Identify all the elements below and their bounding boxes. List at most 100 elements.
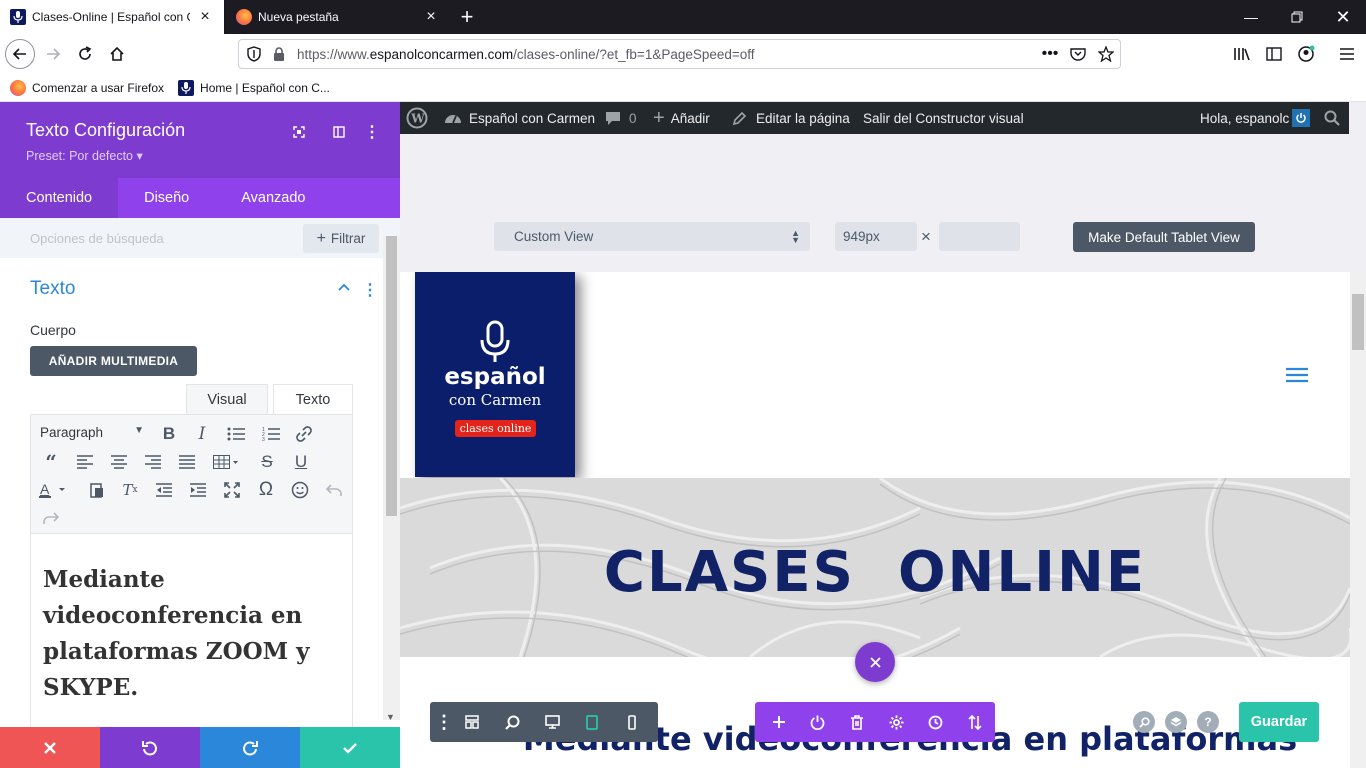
url-text[interactable]: https://www.espanolconcarmen.com/clases-… bbox=[297, 47, 1036, 62]
hero-title[interactable]: CLASES ONLINE bbox=[400, 540, 1350, 605]
tab-avanzado[interactable]: Avanzado bbox=[215, 178, 331, 218]
new-tab-button[interactable]: + bbox=[452, 0, 482, 34]
sidebar-icon[interactable] bbox=[1261, 43, 1287, 65]
expand-icon[interactable] bbox=[289, 122, 309, 142]
align-left-icon[interactable] bbox=[70, 450, 100, 474]
layers-icon[interactable] bbox=[1165, 711, 1187, 733]
bookmark-home[interactable]: Home | Español con C... bbox=[178, 79, 330, 96]
blockquote-icon[interactable]: “ bbox=[36, 450, 66, 474]
preview-scrollbar[interactable] bbox=[1350, 272, 1366, 768]
redo-button[interactable] bbox=[200, 727, 300, 768]
section-title[interactable]: Texto bbox=[30, 278, 75, 300]
bookmark-star-icon[interactable] bbox=[1092, 46, 1120, 62]
chevron-up-icon[interactable] bbox=[337, 282, 353, 298]
tab-contenido[interactable]: Contenido bbox=[0, 178, 119, 218]
library-icon[interactable] bbox=[1229, 43, 1255, 65]
lock-icon[interactable] bbox=[273, 47, 291, 61]
bold-icon[interactable]: B bbox=[154, 422, 184, 446]
tab-clases-online[interactable]: Clases-Online | Español con Ca × bbox=[0, 0, 224, 34]
scrollbar-thumb[interactable] bbox=[386, 236, 397, 516]
add-new-link[interactable]: + Añadir bbox=[653, 102, 710, 134]
bullet-list-icon[interactable] bbox=[221, 422, 251, 446]
clear-layout-icon[interactable] bbox=[838, 702, 877, 742]
page-settings-icon[interactable] bbox=[877, 702, 916, 742]
text-color-icon[interactable]: A bbox=[33, 478, 73, 502]
undo-button[interactable] bbox=[100, 727, 200, 768]
redo-icon[interactable] bbox=[36, 506, 66, 530]
section-menu-icon[interactable]: ⋮ bbox=[362, 280, 378, 300]
close-tab-icon[interactable]: × bbox=[196, 8, 214, 26]
add-media-button[interactable]: AÑADIR MULTIMEDIA bbox=[30, 346, 197, 376]
site-logo[interactable]: español con Carmen clases online bbox=[415, 272, 575, 477]
close-module-button[interactable] bbox=[855, 642, 895, 682]
emoji-icon[interactable] bbox=[285, 478, 315, 502]
link-icon[interactable] bbox=[289, 422, 319, 446]
wireframe-view-icon[interactable] bbox=[452, 702, 492, 742]
undo-icon[interactable] bbox=[319, 478, 349, 502]
hamburger-menu-icon[interactable] bbox=[1286, 367, 1308, 383]
restore-button[interactable] bbox=[1274, 0, 1320, 34]
page-actions-icon[interactable]: ••• bbox=[1036, 45, 1064, 63]
page-layers-sort-icon[interactable] bbox=[956, 702, 995, 742]
url-bar[interactable]: https://www.espanolconcarmen.com/clases-… bbox=[238, 39, 1121, 69]
admin-search-icon[interactable] bbox=[1324, 102, 1340, 134]
preset-selector[interactable]: Preset: Por defecto ▾ bbox=[26, 148, 143, 163]
close-tab-icon[interactable]: × bbox=[422, 8, 440, 26]
reload-button[interactable] bbox=[70, 39, 100, 69]
editor-tab-visual[interactable]: Visual bbox=[186, 384, 268, 415]
indent-icon[interactable] bbox=[183, 478, 213, 502]
comments-link[interactable]: 0 bbox=[605, 102, 637, 134]
save-module-button[interactable] bbox=[300, 727, 400, 768]
table-icon[interactable] bbox=[208, 450, 244, 474]
zoom-icon[interactable] bbox=[492, 702, 532, 742]
history-icon[interactable] bbox=[916, 702, 955, 742]
view-mode-select[interactable]: Custom View ▲ ▼ bbox=[494, 222, 810, 251]
tab-diseno[interactable]: Diseño bbox=[118, 178, 215, 218]
paste-text-icon[interactable] bbox=[82, 478, 112, 502]
exit-builder-link[interactable]: Salir del Constructor visual bbox=[863, 102, 1024, 134]
wordpress-logo-icon[interactable]: W bbox=[406, 102, 428, 134]
outdent-icon[interactable] bbox=[149, 478, 179, 502]
search-icon[interactable] bbox=[1133, 711, 1155, 733]
account-icon[interactable] bbox=[1293, 43, 1319, 65]
scroll-down-icon[interactable]: ▼ bbox=[386, 712, 395, 722]
split-view-icon[interactable] bbox=[329, 122, 349, 142]
minimize-button[interactable]: — bbox=[1228, 0, 1274, 34]
save-button[interactable]: Guardar bbox=[1239, 702, 1319, 742]
height-input[interactable] bbox=[939, 222, 1020, 251]
underline-icon[interactable]: U bbox=[286, 450, 316, 474]
pocket-icon[interactable] bbox=[1064, 47, 1092, 61]
clear-formatting-icon[interactable]: Tx bbox=[115, 478, 145, 502]
tablet-view-icon[interactable] bbox=[572, 702, 612, 742]
portability-icon[interactable] bbox=[798, 702, 837, 742]
forward-button[interactable] bbox=[38, 39, 68, 69]
phone-view-icon[interactable] bbox=[612, 702, 652, 742]
justify-icon[interactable] bbox=[172, 450, 202, 474]
scrollbar-thumb[interactable] bbox=[1352, 294, 1364, 350]
back-button[interactable] bbox=[5, 39, 35, 69]
desktop-view-icon[interactable] bbox=[532, 702, 572, 742]
close-window-button[interactable]: ✕ bbox=[1320, 0, 1366, 34]
discard-button[interactable] bbox=[0, 727, 100, 768]
special-character-icon[interactable]: Ω bbox=[251, 478, 281, 502]
edit-page-link[interactable]: Editar la página bbox=[732, 102, 850, 134]
help-icon[interactable]: ? bbox=[1197, 711, 1219, 733]
home-button[interactable] bbox=[102, 39, 132, 69]
editor-tab-texto[interactable]: Texto bbox=[273, 384, 353, 415]
menu-icon[interactable] bbox=[1334, 43, 1360, 65]
numbered-list-icon[interactable]: 123 bbox=[256, 422, 286, 446]
bookmark-getting-started[interactable]: Comenzar a usar Firefox bbox=[10, 79, 164, 96]
format-select[interactable]: Paragraph ▼ bbox=[40, 425, 144, 440]
more-icon[interactable]: ⋮ bbox=[435, 702, 453, 742]
tracking-protection-icon[interactable] bbox=[247, 46, 267, 62]
options-search-input[interactable]: Opciones de búsqueda bbox=[30, 231, 164, 246]
user-account-link[interactable]: Hola, espanolc bbox=[1200, 102, 1311, 134]
width-input[interactable]: 949px bbox=[835, 222, 917, 251]
visual-editor[interactable]: Mediante videoconferencia en plataformas… bbox=[30, 534, 353, 734]
strikethrough-icon[interactable]: S bbox=[252, 450, 282, 474]
add-icon[interactable] bbox=[759, 702, 798, 742]
tab-nueva-pestana[interactable]: Nueva pestaña × bbox=[226, 0, 450, 34]
fullscreen-icon[interactable] bbox=[217, 478, 247, 502]
italic-icon[interactable]: I bbox=[187, 422, 217, 446]
more-options-icon[interactable]: ⋮ bbox=[362, 122, 382, 142]
